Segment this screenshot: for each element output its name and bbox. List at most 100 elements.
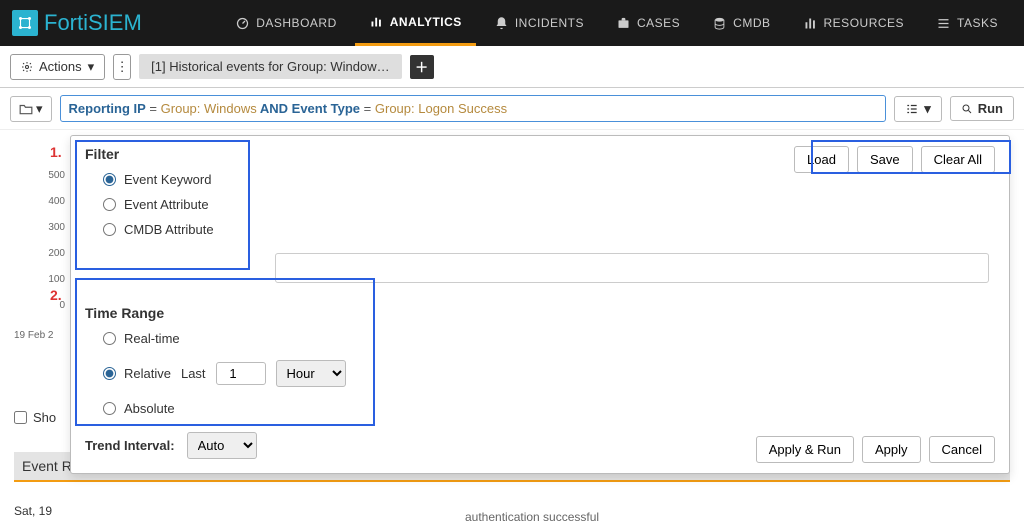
nav-dashboard[interactable]: DASHBOARD <box>221 0 351 46</box>
chevron-down-icon: ▾ <box>924 101 931 117</box>
nav-label: DASHBOARD <box>256 16 337 30</box>
y-axis: 500 400 300 200 100 0 19 Feb 2 <box>14 170 69 341</box>
nav-label: ANALYTICS <box>390 15 462 29</box>
time-relative[interactable]: Relative <box>103 366 171 381</box>
clear-all-button[interactable]: Clear All <box>921 146 995 173</box>
cancel-button[interactable]: Cancel <box>929 436 995 463</box>
radio-label: Event Attribute <box>124 197 209 212</box>
dashboard-icon <box>235 16 250 31</box>
run-label: Run <box>978 101 1003 116</box>
filter-title: Filter <box>85 146 214 162</box>
layout-toggle-button[interactable]: ▾ <box>894 96 942 122</box>
last-label: Last <box>181 366 206 381</box>
ytick: 0 <box>14 300 69 326</box>
x-date: 19 Feb 2 <box>14 330 69 341</box>
radio-input[interactable] <box>103 223 116 236</box>
tabs-toolbar: Actions ▾ ⋮ [1] Historical events for Gr… <box>0 46 1024 88</box>
ytick: 500 <box>14 170 69 196</box>
chevron-down-icon: ▾ <box>36 101 43 117</box>
filter-section: Filter Event Keyword Event Attribute CMD… <box>85 146 214 237</box>
query-row: ▾ Reporting IP = Group: Windows AND Even… <box>0 88 1024 130</box>
radio-input[interactable] <box>103 198 116 211</box>
nav-label: RESOURCES <box>824 16 905 30</box>
save-button[interactable]: Save <box>857 146 913 173</box>
event-msg-fragment: authentication successful <box>465 510 599 524</box>
ytick: 200 <box>14 248 69 274</box>
apply-run-button[interactable]: Apply & Run <box>756 436 854 463</box>
folder-icon <box>19 103 33 115</box>
nav-label: CMDB <box>733 16 770 30</box>
radio-input[interactable] <box>103 332 116 345</box>
bell-icon <box>494 16 509 31</box>
keyword-input[interactable] <box>275 253 989 283</box>
radio-input[interactable] <box>103 367 116 380</box>
event-timestamp: Sat, 19 <box>14 504 52 518</box>
gear-icon <box>21 61 33 73</box>
trend-label: Trend Interval: <box>85 438 175 453</box>
query-field: Event Type <box>288 101 360 116</box>
filter-cmdb-attribute[interactable]: CMDB Attribute <box>103 222 214 237</box>
apply-button[interactable]: Apply <box>862 436 921 463</box>
filter-event-attribute[interactable]: Event Attribute <box>103 197 214 212</box>
query-op: = <box>360 101 371 116</box>
run-button[interactable]: Run <box>950 96 1014 121</box>
ytick: 300 <box>14 222 69 248</box>
cmdb-icon <box>712 16 727 31</box>
brand-text: FortiSIEM <box>44 10 142 36</box>
analytics-icon <box>369 14 384 29</box>
popover-footer: Apply & Run Apply Cancel <box>756 436 995 463</box>
query-op: = <box>146 101 157 116</box>
tab-menu-button[interactable]: ⋮ <box>113 54 131 80</box>
nav-cases[interactable]: CASES <box>602 0 694 46</box>
nav-label: INCIDENTS <box>515 16 584 30</box>
brand-icon <box>12 10 38 36</box>
list-icon <box>905 103 919 115</box>
radio-input[interactable] <box>103 173 116 186</box>
popover-buttons: Load Save Clear All <box>794 146 995 173</box>
radio-label: Relative <box>124 366 171 381</box>
time-range-section: Time Range Real-time Relative Last Hour … <box>85 305 995 416</box>
filter-event-keyword[interactable]: Event Keyword <box>103 172 214 187</box>
nav-incidents[interactable]: INCIDENTS <box>480 0 598 46</box>
time-realtime[interactable]: Real-time <box>103 331 995 346</box>
annotation-2: 2. <box>50 287 62 303</box>
add-tab-button[interactable]: ＋ <box>410 55 434 79</box>
radio-input[interactable] <box>103 402 116 415</box>
radio-label: Real-time <box>124 331 180 346</box>
tasks-icon <box>936 16 951 31</box>
folder-button[interactable]: ▾ <box>10 96 52 122</box>
tab-label: [1] Historical events for Group: Window… <box>151 59 389 74</box>
query-field: Reporting IP <box>69 101 146 116</box>
brand: FortiSIEM <box>12 10 142 36</box>
query-val: Group: Windows <box>157 101 257 116</box>
trend-interval-select[interactable]: Auto <box>187 432 257 459</box>
nav: DASHBOARD ANALYTICS INCIDENTS CASES CMDB… <box>172 0 1012 46</box>
time-title: Time Range <box>85 305 995 321</box>
search-icon <box>961 103 973 115</box>
nav-label: TASKS <box>957 16 998 30</box>
query-and: AND <box>257 101 288 116</box>
query-input[interactable]: Reporting IP = Group: Windows AND Event … <box>60 95 887 122</box>
nav-tasks[interactable]: TASKS <box>922 0 1012 46</box>
nav-resources[interactable]: RESOURCES <box>789 0 919 46</box>
relative-value-input[interactable] <box>216 362 266 385</box>
topbar: FortiSIEM DASHBOARD ANALYTICS INCIDENTS … <box>0 0 1024 46</box>
events-tab[interactable]: [1] Historical events for Group: Window… <box>139 54 401 79</box>
radio-label: Event Keyword <box>124 172 211 187</box>
chevron-down-icon: ▾ <box>88 59 95 75</box>
relative-unit-select[interactable]: Hour <box>276 360 346 387</box>
show-checkbox[interactable] <box>14 411 27 424</box>
radio-label: CMDB Attribute <box>124 222 214 237</box>
show-checkbox-row[interactable]: Sho <box>14 410 56 425</box>
cases-icon <box>616 16 631 31</box>
search-popover: Filter Event Keyword Event Attribute CMD… <box>70 135 1010 474</box>
query-val: Group: Logon Success <box>371 101 507 116</box>
resources-icon <box>803 16 818 31</box>
nav-cmdb[interactable]: CMDB <box>698 0 784 46</box>
actions-button[interactable]: Actions ▾ <box>10 54 105 80</box>
nav-analytics[interactable]: ANALYTICS <box>355 0 476 46</box>
time-absolute[interactable]: Absolute <box>103 401 995 416</box>
nav-label: CASES <box>637 16 680 30</box>
load-button[interactable]: Load <box>794 146 849 173</box>
actions-label: Actions <box>39 59 82 74</box>
